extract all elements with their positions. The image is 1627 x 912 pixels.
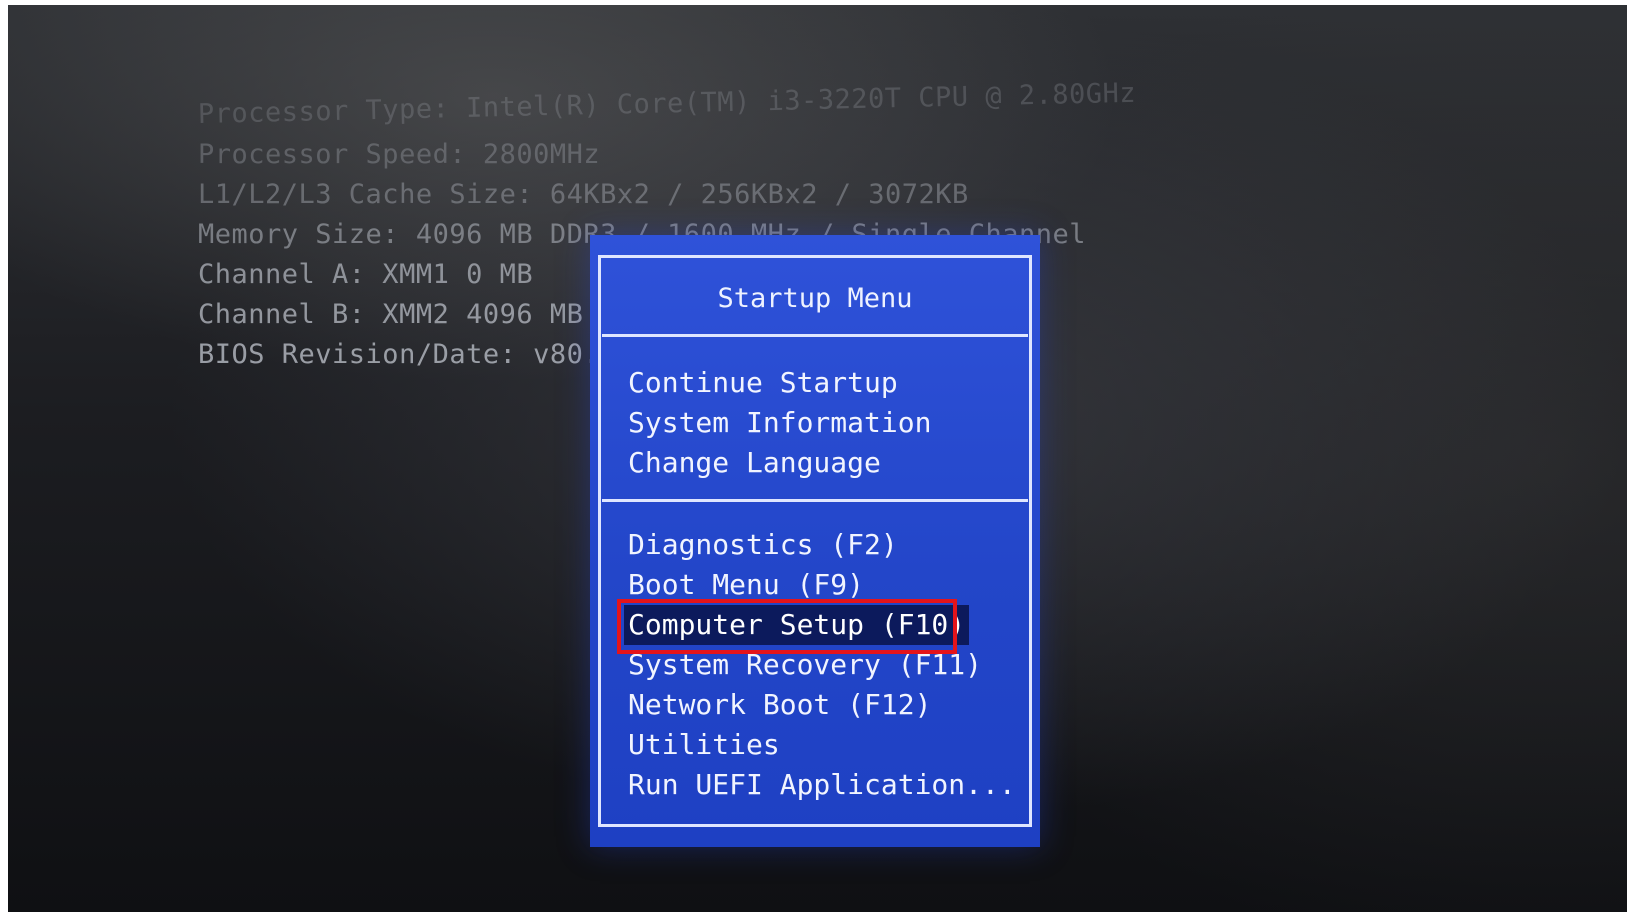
sysinfo-processor-type: Processor Type: Intel(R) Core(TM) i3-322… <box>197 77 1137 130</box>
startup-menu-title: Startup Menu <box>717 283 913 314</box>
menu-item-network-boot[interactable]: Network Boot (F12) <box>624 685 1020 725</box>
menu-item-run-uefi-application[interactable]: Run UEFI Application... <box>624 765 1020 805</box>
menu-item-utilities[interactable]: Utilities <box>624 725 1020 765</box>
menu-group-tools: Diagnostics (F2) Boot Menu (F9) Computer… <box>624 525 1020 805</box>
annotation-highlight-box <box>617 599 957 654</box>
sysinfo-processor-speed: Processor Speed: 2800MHz <box>198 139 601 170</box>
sysinfo-cache-size: L1/L2/L3 Cache Size: 64KBx2 / 256KBx2 / … <box>198 179 969 210</box>
menu-item-change-language[interactable]: Change Language <box>624 443 935 483</box>
menu-item-system-information[interactable]: System Information <box>624 403 935 443</box>
menu-divider <box>602 499 1028 502</box>
startup-menu: Startup Menu Continue Startup System Inf… <box>590 235 1040 847</box>
menu-item-diagnostics[interactable]: Diagnostics (F2) <box>624 525 1020 565</box>
menu-item-continue-startup[interactable]: Continue Startup <box>624 363 935 403</box>
menu-group-general: Continue Startup System Information Chan… <box>624 363 935 483</box>
menu-divider <box>602 334 1028 337</box>
